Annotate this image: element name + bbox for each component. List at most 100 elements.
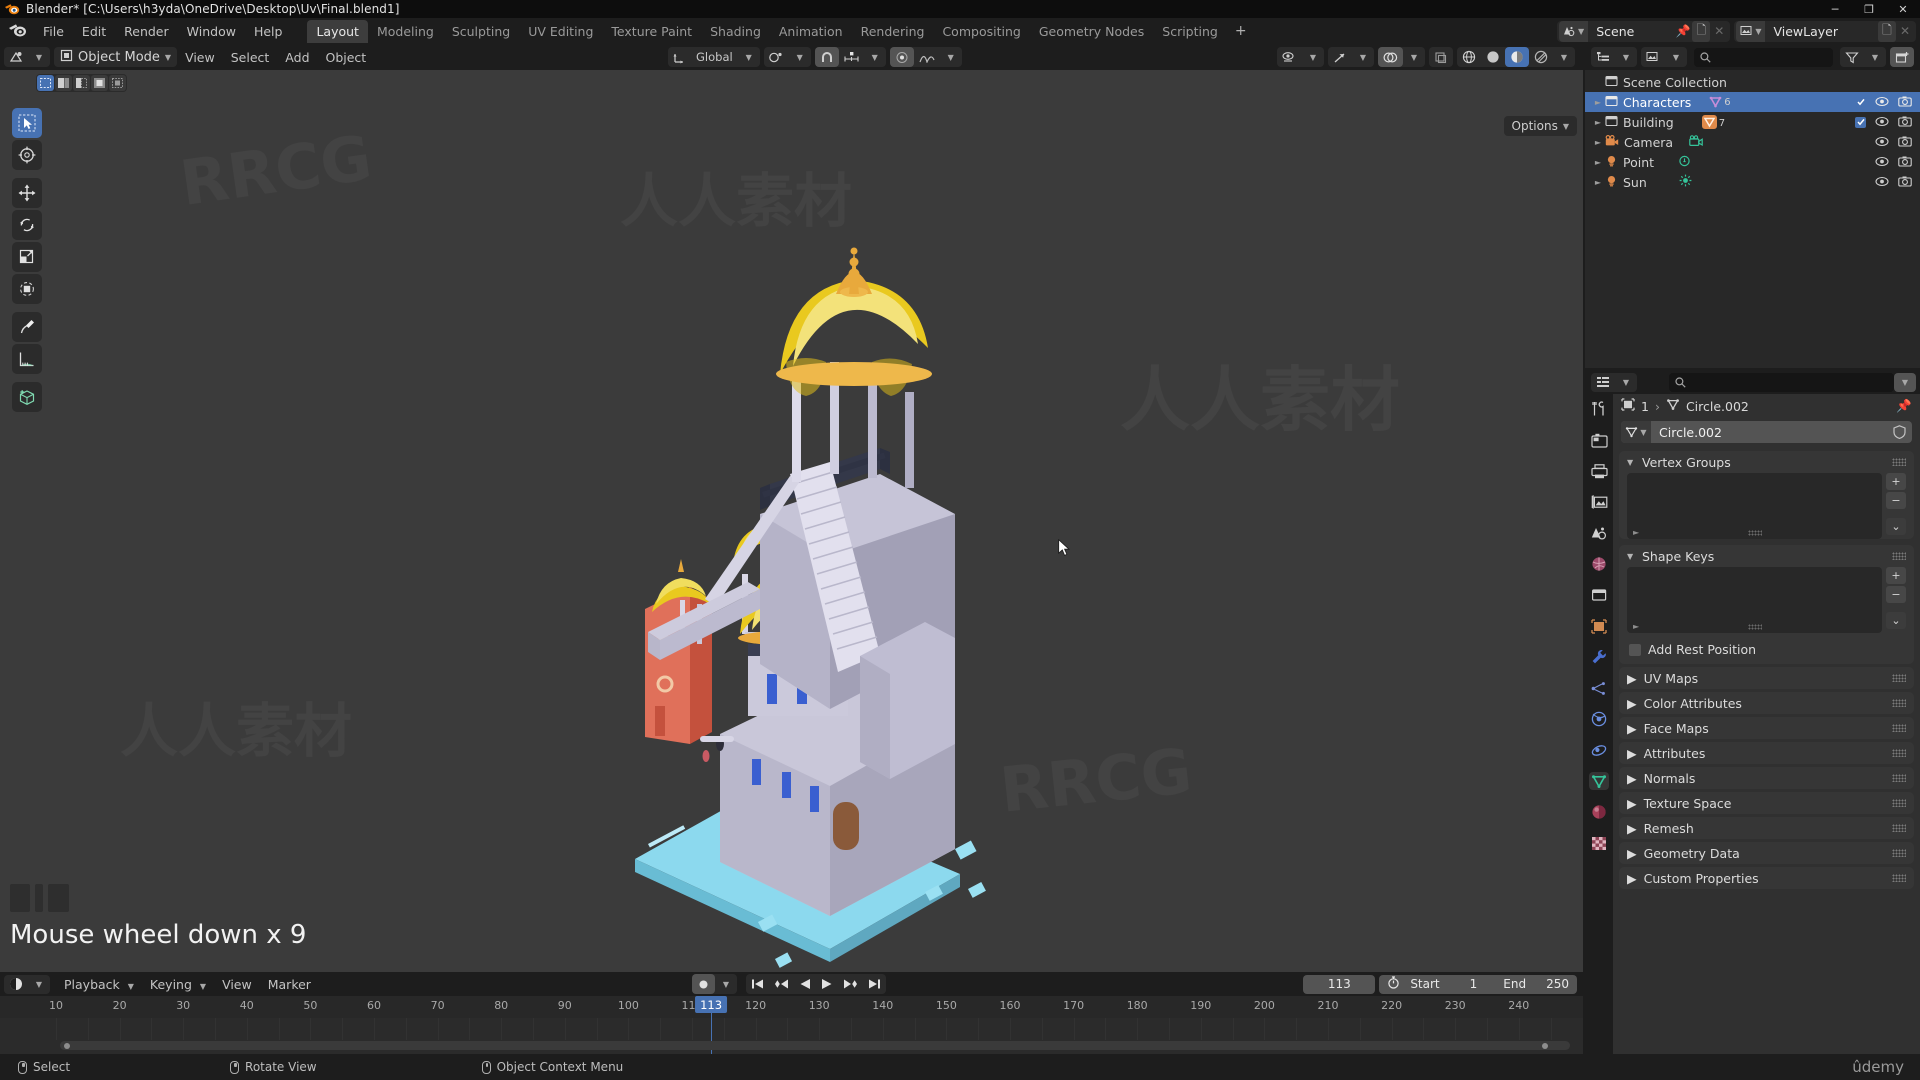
gizmo-group[interactable]: ▼ [1328,47,1374,67]
checkbox-enabled[interactable] [1855,116,1866,128]
tab-geometry-nodes[interactable]: Geometry Nodes [1030,20,1153,43]
new-collection-icon[interactable] [1890,47,1914,67]
new-scene-icon[interactable]: 🗋 [1692,20,1711,42]
chevron-down-icon[interactable]: ▼ [1627,552,1636,561]
playhead-frame-label[interactable]: 113 [695,996,728,1013]
overlays-group[interactable]: ▼ [1378,47,1425,67]
tool-move[interactable] [12,178,42,208]
add-workspace-button[interactable]: + [1227,21,1255,41]
add-rest-position-row[interactable]: Add Rest Position [1619,639,1914,664]
shape-key-specials-button[interactable]: ⌄ [1886,612,1906,629]
disclosure-triangle[interactable]: ► [1591,118,1605,127]
overlays-icon[interactable] [1378,47,1403,67]
viewlayer-selector[interactable]: ▼ ViewLayer 🗋 ✕ [1734,20,1916,42]
tool-tweak[interactable] [12,108,42,138]
tab-uv-editing[interactable]: UV Editing [519,20,602,43]
properties-editor[interactable]: ▼ ▼ 1 › Circle.002 📌 ▼ Circle.002 ▼ Vert… [1585,370,1920,1080]
properties-tab-material[interactable] [1589,803,1609,821]
orientation-caret[interactable]: ▼ [738,47,760,67]
outliner-search-input[interactable] [1694,47,1833,67]
panel-grip[interactable] [1892,874,1906,882]
outliner-filter-caret[interactable]: ▼ [1665,47,1687,67]
properties-tab-data[interactable] [1589,772,1609,790]
xray-toggle[interactable] [1429,47,1453,67]
blender-menu-logo-icon[interactable] [8,22,28,40]
outliner-editor[interactable]: ▼ ▼ ▼ Scene Collection ► Characters 6 ► … [1585,44,1920,368]
outliner-display-icon[interactable] [1591,47,1615,67]
menu-window[interactable]: Window [178,21,245,42]
timeline-editor-type[interactable]: ▼ [4,974,50,994]
panel-custom-properties[interactable]: ▶ Custom Properties [1619,867,1914,889]
options-button[interactable]: Options ▼ [1503,116,1577,136]
tool-rotate[interactable] [12,210,42,240]
tool-add-cube[interactable] [12,382,42,412]
minimize-button[interactable]: ─ [1818,0,1852,18]
outliner-display-caret[interactable]: ▼ [1615,47,1637,67]
properties-tab-tool[interactable] [1589,400,1609,418]
tool-annotate[interactable] [12,312,42,342]
tool-scale[interactable] [12,242,42,272]
tab-layout[interactable]: Layout [307,19,368,43]
editor-type-icon[interactable] [4,47,28,67]
tool-cursor[interactable] [12,140,42,170]
viewport-menu-object[interactable]: Object [318,47,375,68]
disclosure-triangle[interactable]: ► [1591,98,1605,107]
panel-grip[interactable] [1892,458,1906,466]
eye-icon[interactable] [1875,135,1889,150]
properties-tab-scene[interactable] [1589,524,1609,542]
camera-icon[interactable] [1898,135,1912,150]
list-area[interactable]: ► [1627,567,1882,633]
camera-icon[interactable] [1898,95,1912,110]
outliner-row-building[interactable]: ► Building 7 [1585,112,1920,132]
properties-tab-modifier[interactable] [1589,648,1609,666]
panel-grip[interactable] [1892,799,1906,807]
chevron-down-icon[interactable]: ▼ [165,53,171,62]
panel-grip[interactable] [1892,749,1906,757]
panel-face-maps[interactable]: ▶ Face Maps [1619,717,1914,739]
add-rest-position-checkbox[interactable] [1629,643,1641,656]
pivot-icon[interactable] [764,47,789,67]
panel-color-attributes[interactable]: ▶ Color Attributes [1619,692,1914,714]
properties-tab-render[interactable] [1589,431,1609,449]
panel-grip[interactable] [1892,724,1906,732]
disclosure-triangle[interactable]: ► [1591,138,1605,147]
panel-grip[interactable] [1892,699,1906,707]
end-frame-value[interactable]: 250 [1546,977,1569,991]
properties-editor-icon[interactable] [1591,373,1615,392]
chevron-right-icon[interactable]: ▶ [1627,671,1637,686]
snap-caret[interactable]: ▼ [864,47,886,67]
properties-tab-physics[interactable] [1589,710,1609,728]
shading-rendered-icon[interactable] [1529,47,1553,67]
outliner-id-type-filter[interactable]: ▼ [1641,47,1687,67]
properties-tab-world[interactable] [1589,555,1609,573]
eye-icon[interactable] [1875,175,1889,190]
tool-transform[interactable] [12,274,42,304]
disclosure-triangle[interactable]: ► [1591,158,1605,167]
remove-viewlayer-icon[interactable]: ✕ [1896,21,1914,42]
chevron-right-icon[interactable]: ▶ [1627,721,1637,736]
add-vertex-group-button[interactable]: + [1886,473,1906,490]
list-resize-grip[interactable] [1747,530,1762,536]
shading-mode-group[interactable]: ▼ [1457,47,1575,67]
panel-header[interactable]: ▼ Shape Keys [1619,545,1914,567]
select-lasso-icon[interactable] [91,75,108,91]
camera-icon[interactable] [1898,155,1912,170]
shading-solid-icon[interactable] [1481,47,1505,67]
timeline-menu-playback[interactable]: Playback ▼ [56,974,142,995]
chevron-down-icon[interactable]: ▼ [1563,122,1569,131]
timeline-horizontal-scrollbar[interactable] [60,1041,1570,1050]
chevron-down-icon[interactable]: ▼ [1627,458,1636,467]
vertex-groups-list[interactable]: ► + − ⌄ [1627,473,1906,539]
transform-orientation-label[interactable]: Global [691,47,738,67]
panel-header[interactable]: ▼ Vertex Groups [1619,451,1914,473]
properties-body[interactable]: 1 › Circle.002 📌 ▼ Circle.002 ▼ Vertex G… [1613,394,1920,1080]
scene-icon[interactable]: ▼ [1559,20,1589,42]
tab-sculpting[interactable]: Sculpting [443,20,519,43]
panel-uv-maps[interactable]: ▶ UV Maps [1619,667,1914,689]
timeline-editor[interactable]: ▼ Playback ▼ Keying ▼ View Marker ▼ 113 … [0,972,1583,1054]
editor-type-caret[interactable]: ▼ [28,47,50,67]
properties-tab-output[interactable] [1589,462,1609,480]
timeline-ruler[interactable]: 10 20 30 40 50 60 70 80 90 100 110 120 130 140 150 160 1… [0,996,1583,1018]
list-expand-arrow[interactable]: ► [1633,528,1639,537]
eye-icon[interactable] [1875,95,1889,110]
